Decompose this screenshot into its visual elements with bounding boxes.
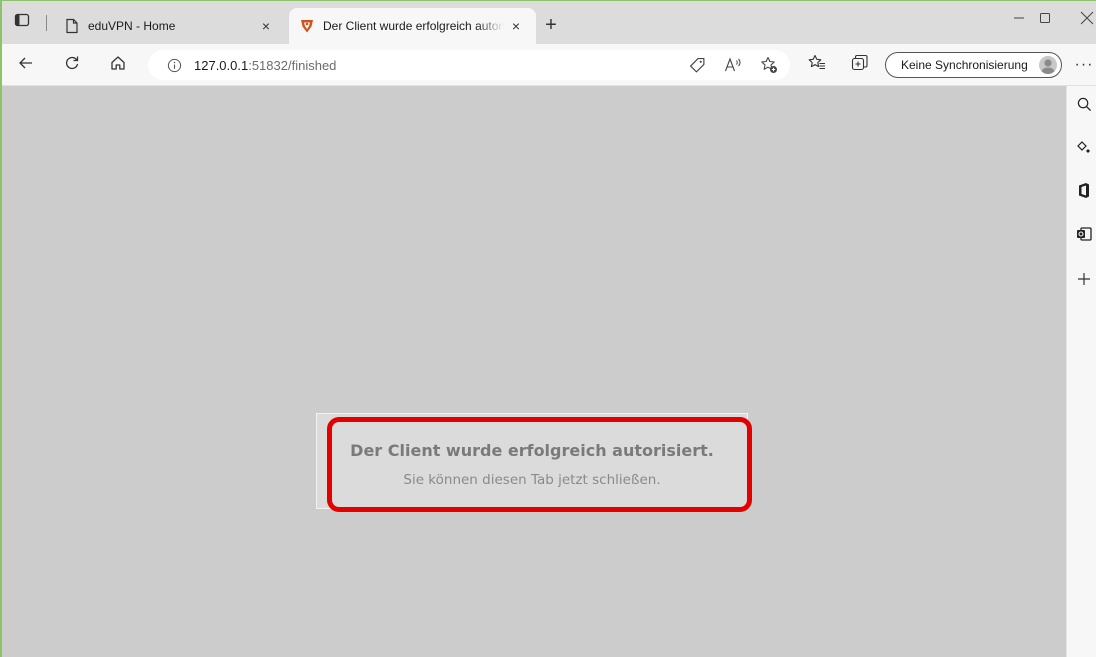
avatar [1039, 56, 1057, 74]
sidebar-search-button[interactable] [1073, 96, 1095, 118]
outlook-icon [1076, 226, 1092, 247]
sync-profile-button[interactable]: Keine Synchronisierung [885, 52, 1062, 78]
page-icon [64, 18, 80, 34]
collections-button[interactable] [845, 51, 873, 79]
close-icon [1080, 11, 1094, 28]
navigation-bar: 127.0.0.1:51832/finished Keine Synchroni… [2, 44, 1096, 86]
authorization-card: Der Client wurde erfolgreich autorisiert… [316, 413, 748, 509]
arrow-left-icon [18, 55, 34, 76]
reload-icon [64, 55, 80, 76]
tab-separator [46, 15, 47, 31]
favorites-button[interactable] [803, 51, 831, 79]
tab-label: eduVPN - Home [88, 19, 176, 33]
collections-icon [851, 54, 868, 76]
sync-label: Keine Synchronisierung [901, 58, 1028, 72]
sidebar-outlook-button[interactable] [1073, 225, 1095, 247]
tab-actions-button[interactable] [10, 10, 34, 34]
favorites-icon [808, 54, 826, 76]
edge-sidebar [1066, 86, 1096, 657]
read-aloud-icon[interactable] [722, 54, 744, 76]
page-title: Der Client wurde erfolgreich autorisiert… [350, 441, 714, 460]
copilot-icon [1076, 140, 1092, 161]
tab-authorized[interactable]: Der Client wurde erfolgreich autorisiert… [289, 8, 536, 44]
page-subtitle: Sie können diesen Tab jetzt schließen. [403, 472, 661, 488]
tab-close-button[interactable]: × [254, 14, 278, 38]
maximize-icon [1039, 11, 1051, 27]
browser-window: eduVPN - Home × Der Client wurde erfolgr… [0, 0, 1096, 657]
info-icon[interactable] [166, 57, 182, 73]
tab-close-button[interactable]: × [504, 14, 528, 38]
eduvpn-favicon-icon [299, 18, 315, 34]
sidebar-copilot-button[interactable] [1073, 139, 1095, 161]
url-host: 127.0.0.1 [194, 57, 249, 73]
sidebar-add-button[interactable] [1073, 270, 1095, 292]
office-icon [1077, 182, 1091, 204]
home-button[interactable] [104, 51, 132, 79]
tab-eduvpn-home[interactable]: eduVPN - Home × [54, 8, 286, 44]
address-bar[interactable]: 127.0.0.1:51832/finished [148, 50, 790, 80]
shopping-tag-icon[interactable] [686, 54, 708, 76]
sidebar-office-button[interactable] [1073, 182, 1095, 204]
new-tab-button[interactable]: + [540, 14, 562, 36]
add-favorite-icon[interactable] [758, 54, 780, 76]
search-icon [1077, 97, 1092, 117]
tab-bar: eduVPN - Home × Der Client wurde erfolgr… [2, 1, 1096, 44]
maximize-button[interactable] [1022, 1, 1068, 37]
tab-actions-icon [14, 12, 30, 33]
reload-button[interactable] [58, 51, 86, 79]
page-viewport: Der Client wurde erfolgreich autorisiert… [2, 86, 1066, 657]
back-button[interactable] [12, 51, 40, 79]
tab-label: Der Client wurde erfolgreich autorisiert [323, 19, 504, 33]
add-icon [1077, 272, 1091, 291]
address-bar-actions [686, 50, 780, 80]
home-icon [110, 55, 126, 76]
url-path: :51832/finished [248, 57, 337, 73]
settings-more-button[interactable]: ··· [1070, 51, 1096, 79]
window-close-button[interactable] [1064, 1, 1096, 37]
